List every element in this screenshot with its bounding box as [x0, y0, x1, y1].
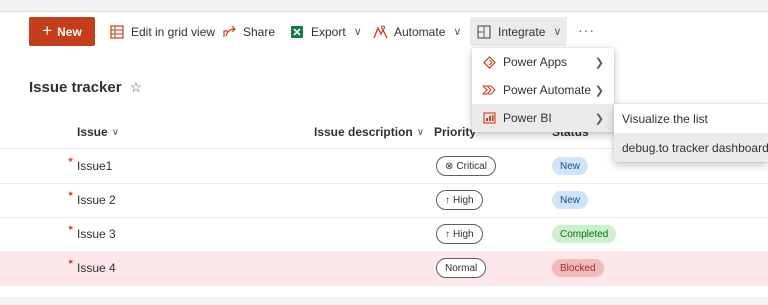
chevron-right-icon: ❯ [594, 112, 604, 125]
issue-cell[interactable]: Issue1 [77, 149, 112, 183]
share-icon [221, 24, 237, 40]
share-label: Share [243, 24, 276, 39]
automate-button[interactable]: Automate ∨ [372, 17, 461, 46]
power-bi-icon [482, 111, 496, 125]
priority-badge: ↑ High [436, 224, 483, 244]
integrate-button[interactable]: Integrate ∨ [470, 17, 568, 46]
chevron-down-icon: ∨ [553, 26, 562, 38]
priority-label: Critical [456, 160, 487, 172]
favorite-star-icon[interactable]: ☆ [130, 79, 143, 96]
column-header-priority[interactable]: Priority [434, 116, 476, 148]
menu-item-label: Power BI [503, 111, 552, 125]
chevron-down-icon: ∨ [416, 126, 425, 138]
menu-item-power-apps[interactable]: Power Apps ❯ [472, 48, 614, 76]
arrow-up-icon: ↑ [445, 194, 450, 206]
integrate-menu: Power Apps ❯ Power Automate ❯ Power BI ❯ [472, 48, 614, 132]
priority-cell: Normal [436, 251, 487, 285]
integrate-label: Integrate [498, 24, 546, 39]
column-header-issue[interactable]: Issue ∨ [77, 116, 119, 148]
chevron-down-icon: ∨ [111, 126, 120, 138]
priority-cell: ⊗ Critical [436, 149, 496, 183]
menu-item-label: Power Automate [503, 83, 592, 97]
excel-icon [289, 24, 305, 40]
more-options-button[interactable]: ··· [578, 22, 595, 38]
menu-item-label: Power Apps [503, 55, 568, 69]
priority-badge: ⊗ Critical [436, 156, 496, 176]
menu-item-visualize-list[interactable]: Visualize the list [614, 104, 768, 133]
table-row[interactable]: ✴ Issue 4 Normal Blocked [0, 251, 768, 286]
status-badge: Completed [552, 225, 617, 243]
column-header-description[interactable]: Issue description ∨ [314, 116, 424, 148]
menu-item-power-automate[interactable]: Power Automate ❯ [472, 76, 614, 104]
command-bar: + New Edit in grid view Share Export ∨ A… [0, 12, 768, 52]
priority-label: High [453, 228, 474, 240]
export-button[interactable]: Export ∨ [289, 17, 362, 46]
power-bi-submenu: Visualize the list debug.to tracker dash… [614, 104, 768, 162]
automate-icon [372, 24, 388, 40]
status-badge: New [552, 157, 589, 175]
automate-label: Automate [394, 24, 446, 39]
chevron-right-icon: ❯ [594, 56, 604, 69]
bottom-border [0, 297, 768, 305]
edit-grid-view-label: Edit in grid view [131, 24, 216, 39]
priority-cell: ↑ High [436, 183, 483, 217]
grid-icon [109, 24, 125, 40]
page-title: Issue tracker ☆ [29, 79, 142, 96]
priority-cell: ↑ High [436, 217, 483, 251]
priority-badge: Normal [436, 258, 487, 278]
status-cell: New [552, 149, 589, 183]
column-header-label: Issue [77, 125, 108, 139]
table-row[interactable]: ✴ Issue 3 ↑ High Completed [0, 217, 768, 252]
new-item-icon: ✴ [67, 223, 75, 233]
chevron-right-icon: ❯ [594, 84, 604, 97]
plus-icon: + [42, 21, 53, 40]
table-row[interactable]: ✴ Issue 2 ↑ High New [0, 183, 768, 218]
edit-grid-view-button[interactable]: Edit in grid view [109, 17, 215, 46]
new-button-label: New [57, 24, 82, 39]
status-cell: Blocked [552, 251, 604, 285]
issue-cell[interactable]: Issue 2 [77, 183, 116, 217]
priority-badge: ↑ High [436, 190, 483, 210]
list-title: Issue tracker [29, 79, 122, 96]
menu-item-tracker-dashboard[interactable]: debug.to tracker dashboard [614, 133, 768, 162]
integrate-icon [476, 24, 492, 40]
critical-icon: ⊗ [445, 160, 454, 172]
status-cell: New [552, 183, 589, 217]
power-apps-icon [482, 55, 496, 69]
chevron-down-icon: ∨ [353, 26, 362, 38]
chevron-down-icon: ∨ [453, 26, 462, 38]
priority-label: High [453, 194, 474, 206]
new-item-icon: ✴ [67, 189, 75, 199]
status-badge: Blocked [552, 259, 604, 277]
status-badge: New [552, 191, 589, 209]
arrow-up-icon: ↑ [445, 228, 450, 240]
issue-cell[interactable]: Issue 3 [77, 217, 116, 251]
top-border [0, 0, 768, 12]
new-item-icon: ✴ [67, 257, 75, 267]
share-button[interactable]: Share [221, 17, 275, 46]
column-header-label: Priority [434, 125, 477, 139]
status-cell: Completed [552, 217, 617, 251]
menu-item-power-bi[interactable]: Power BI ❯ [472, 104, 614, 132]
column-header-label: Issue description [314, 125, 413, 139]
export-label: Export [311, 24, 346, 39]
new-item-icon: ✴ [67, 155, 75, 165]
issue-cell[interactable]: Issue 4 [77, 251, 116, 285]
power-automate-icon [482, 83, 496, 97]
new-button[interactable]: + New [29, 17, 95, 46]
